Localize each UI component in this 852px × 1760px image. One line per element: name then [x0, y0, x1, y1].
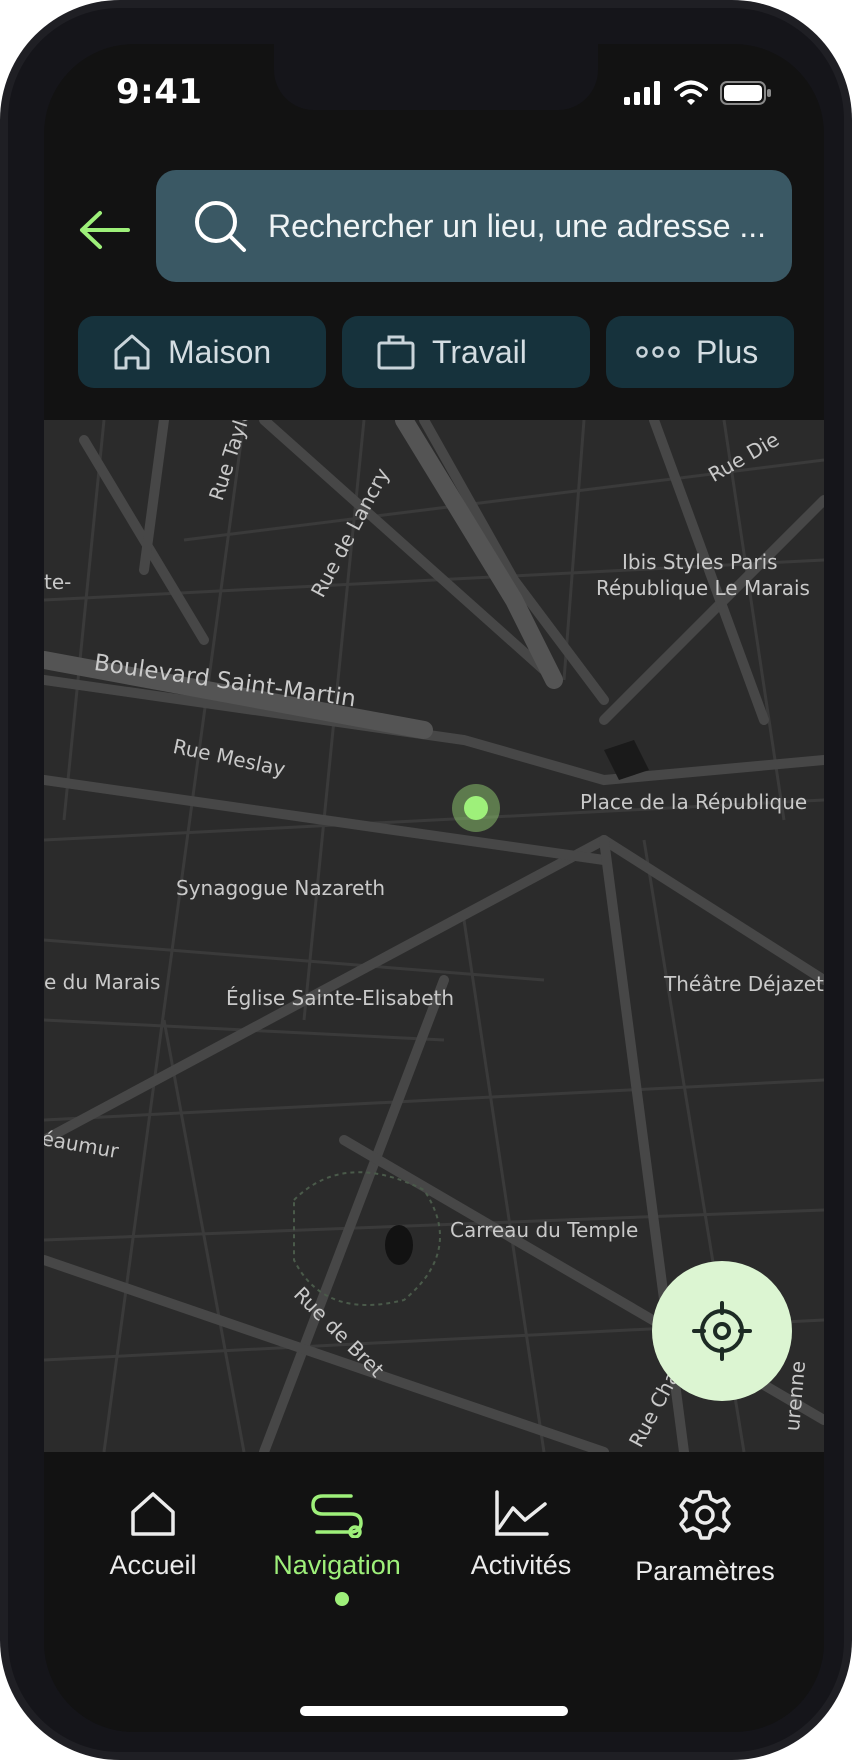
route-icon: [311, 1494, 363, 1538]
chip-travail[interactable]: Travail: [342, 316, 590, 388]
arrow-left-icon: [80, 211, 130, 249]
tab-label: Accueil: [109, 1550, 197, 1580]
tab-activites[interactable]: Activités: [426, 1490, 616, 1581]
search-icon: [195, 201, 246, 252]
map-label: te-: [44, 570, 72, 594]
signal-icon: [624, 81, 660, 105]
crosshair-icon: [692, 1301, 752, 1361]
map-label: Place de la République: [580, 790, 808, 814]
screen: 9:41 Rechercher un lieu, une adresse ...…: [44, 44, 824, 1732]
search-header: Rechercher un lieu, une adresse ...: [44, 170, 824, 282]
map-label: e du Marais: [44, 970, 161, 994]
phone-bezel: 9:41 Rechercher un lieu, une adresse ...…: [8, 8, 844, 1752]
chip-label: Plus: [696, 333, 759, 370]
quick-destinations: Maison Travail Plus: [78, 316, 798, 388]
phone-frame: 9:41 Rechercher un lieu, une adresse ...…: [0, 0, 852, 1760]
home-icon: [114, 334, 150, 370]
map-label: République Le Marais: [596, 576, 810, 600]
chip-maison[interactable]: Maison: [78, 316, 326, 388]
map-label: Synagogue Nazareth: [176, 876, 386, 900]
wifi-icon: [674, 80, 708, 105]
gear-icon: [679, 1490, 731, 1540]
map-label: Ibis Styles Paris: [622, 550, 778, 574]
chart-icon: [495, 1490, 549, 1536]
tab-parametres[interactable]: Paramètres: [610, 1486, 800, 1587]
chip-label: Maison: [168, 333, 272, 370]
notch: [274, 44, 598, 110]
map-label: Église Sainte-Elisabeth: [226, 986, 455, 1010]
battery-icon: [720, 81, 771, 105]
tab-accueil[interactable]: Accueil: [58, 1490, 248, 1581]
home-icon: [131, 1492, 175, 1536]
tab-label: Navigation: [273, 1550, 401, 1580]
recenter-button[interactable]: [652, 1261, 792, 1401]
back-button[interactable]: [74, 200, 134, 260]
briefcase-icon: [377, 335, 415, 370]
search-placeholder: Rechercher un lieu, une adresse ...: [268, 207, 767, 244]
tab-navigation[interactable]: Navigation: [242, 1490, 432, 1581]
home-indicator: [300, 1706, 568, 1716]
map-label: Carreau du Temple: [450, 1218, 639, 1242]
status-time: 9:41: [116, 72, 203, 112]
chip-plus[interactable]: Plus: [606, 316, 794, 388]
status-icons: [624, 80, 772, 106]
tab-label: Activités: [470, 1550, 572, 1580]
tab-label: Paramètres: [635, 1556, 775, 1586]
location-dot: [464, 796, 488, 820]
chip-label: Travail: [432, 333, 527, 370]
map-label: Théâtre Déjazet: [664, 972, 824, 996]
active-tab-indicator: [335, 1592, 349, 1606]
more-icon: [636, 346, 680, 358]
search-input[interactable]: Rechercher un lieu, une adresse ...: [156, 170, 792, 282]
current-location-marker: [452, 784, 500, 832]
